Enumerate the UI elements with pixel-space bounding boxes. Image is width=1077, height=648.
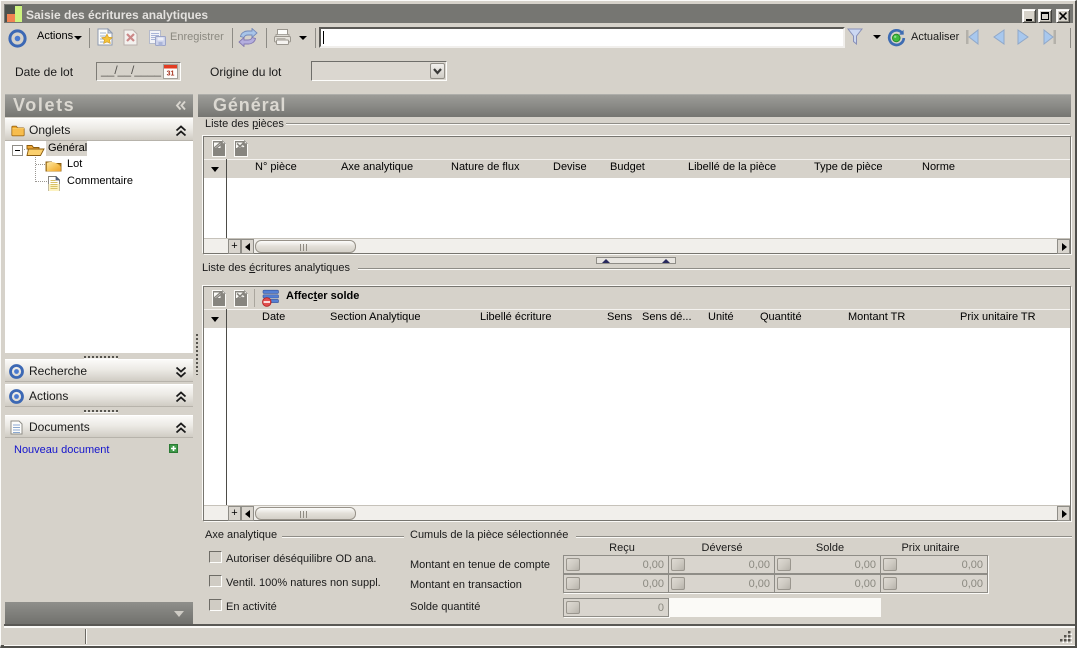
- svg-text:31: 31: [167, 71, 175, 78]
